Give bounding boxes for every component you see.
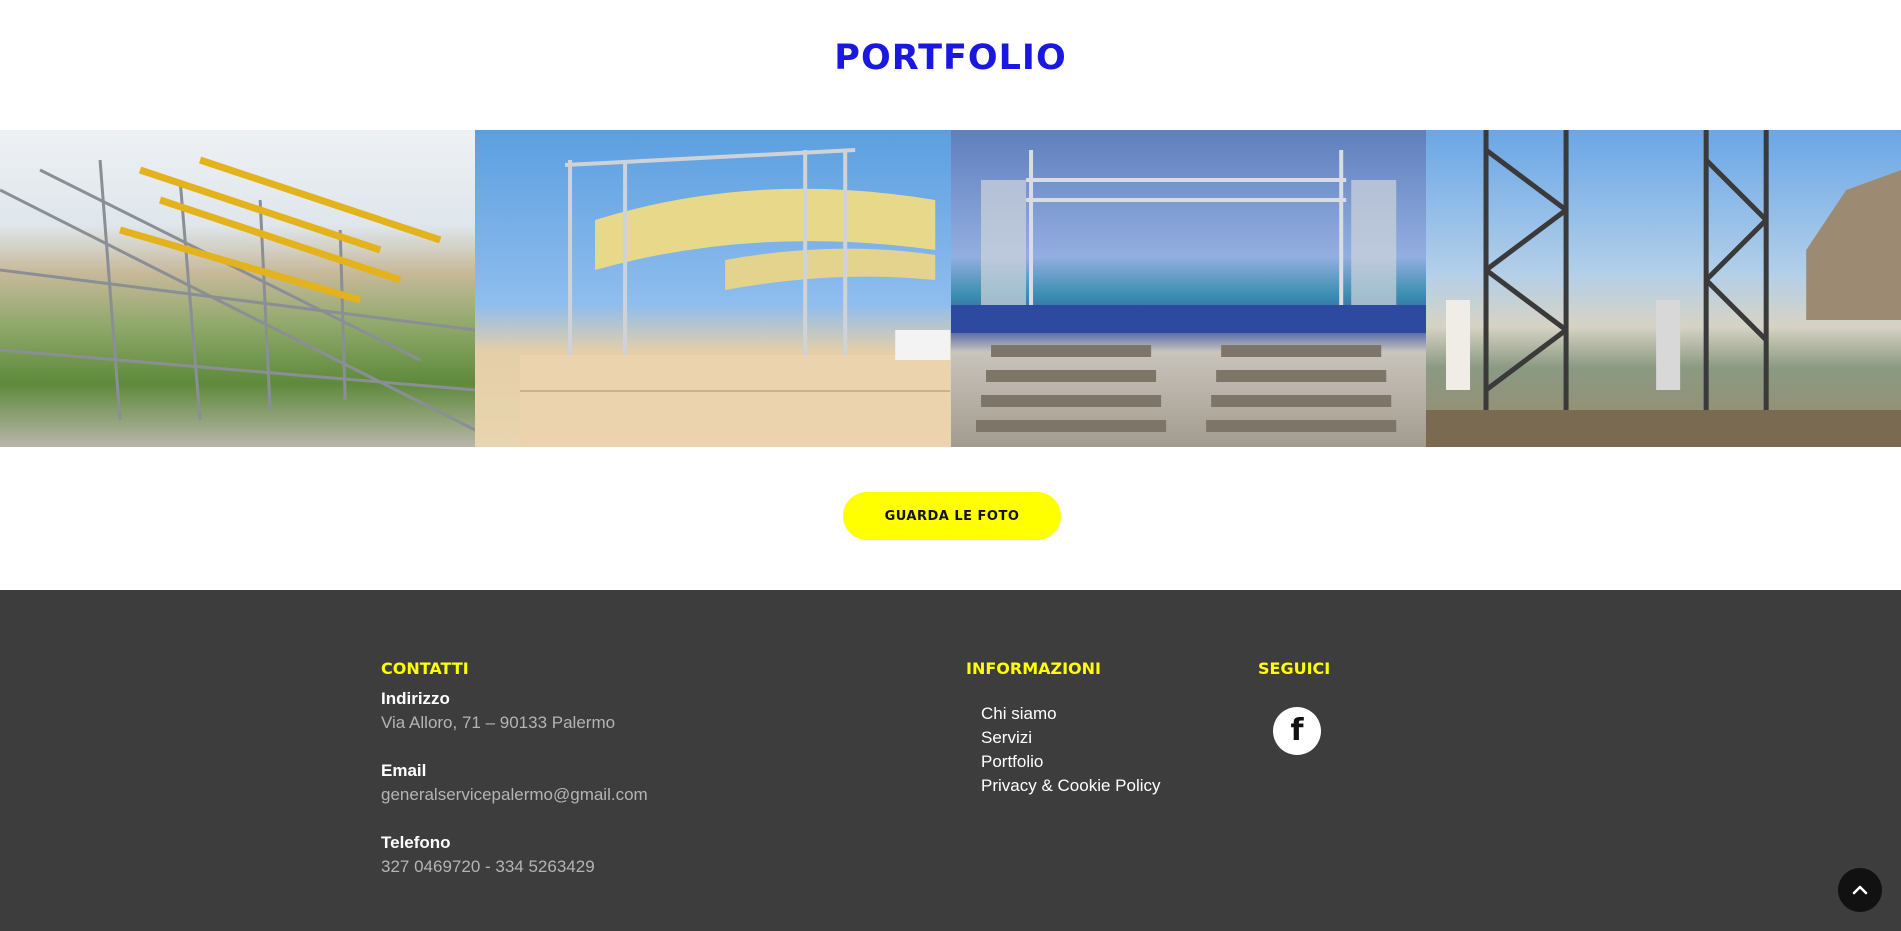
portfolio-gallery <box>0 130 1901 447</box>
follow-heading: SEGUICI <box>1258 659 1331 678</box>
footer-link-portfolio[interactable]: Portfolio <box>981 752 1043 772</box>
address-value: Via Alloro, 71 – 90133 Palermo <box>381 713 616 732</box>
footer-link-chi-siamo[interactable]: Chi siamo <box>981 704 1057 724</box>
chevron-up-icon <box>1852 885 1868 895</box>
facebook-button[interactable]: f <box>1273 707 1321 755</box>
phone-value: 327 0469720 - 334 5263429 <box>381 857 595 876</box>
footer-link-servizi[interactable]: Servizi <box>981 728 1032 748</box>
email-label: Email <box>381 761 427 780</box>
truss-workers-photo[interactable] <box>1425 130 1901 447</box>
page-title: PORTFOLIO <box>834 38 1067 78</box>
scaffolding-grandstand-photo[interactable] <box>0 130 476 447</box>
footer-link-privacy[interactable]: Privacy & Cookie Policy <box>981 776 1161 796</box>
contacts-heading: CONTATTI <box>381 659 469 678</box>
back-to-top-button[interactable] <box>1838 868 1882 912</box>
site-footer <box>0 590 1901 931</box>
facebook-icon: f <box>1290 713 1304 748</box>
info-heading: INFORMAZIONI <box>966 659 1101 678</box>
beach-stage-photo[interactable] <box>950 130 1426 447</box>
address-label: Indirizzo <box>381 689 450 708</box>
phone-label: Telefono <box>381 833 451 852</box>
view-photos-button[interactable]: GUARDA LE FOTO <box>843 492 1061 540</box>
email-link[interactable]: generalservicepalermo@gmail.com <box>381 785 648 805</box>
stage-construction-photo[interactable] <box>475 130 951 447</box>
